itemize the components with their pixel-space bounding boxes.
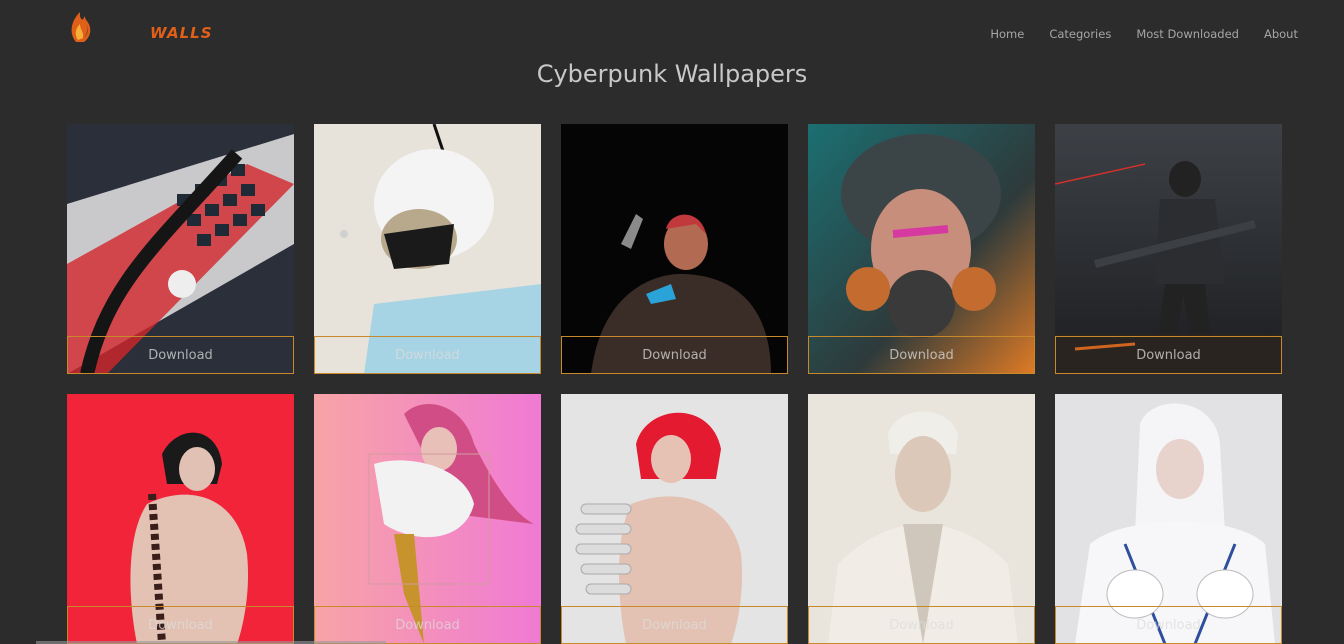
download-button[interactable]: Download	[808, 606, 1035, 644]
wallpaper-card[interactable]: Download	[808, 124, 1035, 374]
nav-categories[interactable]: Categories	[1049, 27, 1111, 41]
download-button[interactable]: Download	[314, 336, 541, 374]
wallpaper-card[interactable]: Download	[1055, 124, 1282, 374]
wallpaper-card[interactable]: Download	[67, 124, 294, 374]
main-nav: Home Categories Most Downloaded About	[965, 27, 1298, 41]
download-button[interactable]: Download	[561, 606, 788, 644]
nav-home[interactable]: Home	[990, 27, 1024, 41]
logo[interactable]: WALLS	[66, 2, 212, 46]
wallpaper-card[interactable]: Download	[1055, 394, 1282, 644]
navbar: WALLS Home Categories Most Downloaded Ab…	[0, 0, 1344, 60]
download-button[interactable]: Download	[1055, 606, 1282, 644]
download-button[interactable]: Download	[314, 606, 541, 644]
wallpaper-card[interactable]: Download	[808, 394, 1035, 644]
download-button[interactable]: Download	[1055, 336, 1282, 374]
flame-icon	[71, 12, 91, 42]
nav-most-downloaded[interactable]: Most Downloaded	[1136, 27, 1239, 41]
logo-text: WALLS	[150, 24, 213, 42]
download-button[interactable]: Download	[67, 606, 294, 644]
wallpaper-card[interactable]: Download	[314, 394, 541, 644]
download-button[interactable]: Download	[67, 336, 294, 374]
wallpaper-card[interactable]: Download	[67, 394, 294, 644]
download-button[interactable]: Download	[561, 336, 788, 374]
wallpaper-card[interactable]: Download	[561, 394, 788, 644]
nav-about[interactable]: About	[1264, 27, 1298, 41]
download-button[interactable]: Download	[808, 336, 1035, 374]
wallpaper-card[interactable]: Download	[561, 124, 788, 374]
wallpaper-card[interactable]: Download	[314, 124, 541, 374]
page-title: Cyberpunk Wallpapers	[536, 60, 808, 88]
